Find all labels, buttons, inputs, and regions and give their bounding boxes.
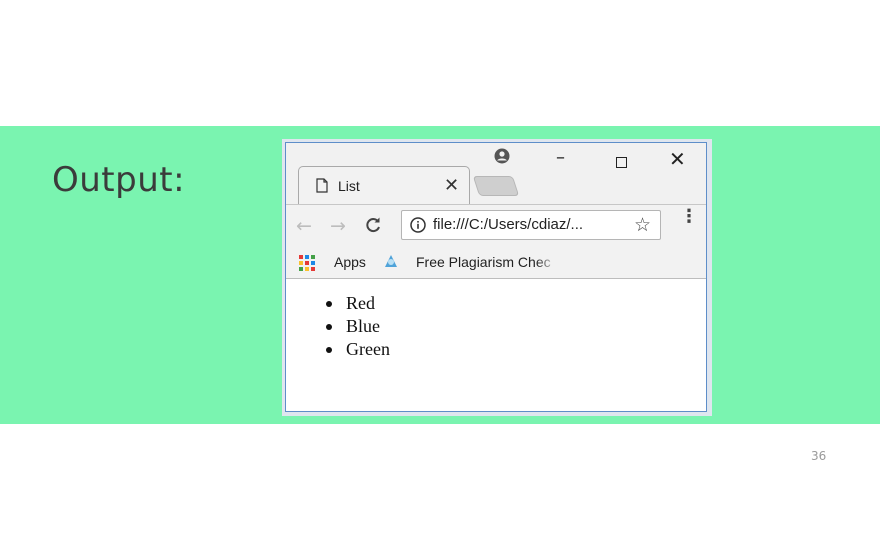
forward-arrow-icon[interactable]: →: [330, 215, 346, 237]
minimize-icon[interactable]: –: [556, 147, 565, 168]
bullet-icon: [326, 301, 332, 307]
list-item-text: Green: [346, 339, 390, 359]
bookmark-favicon: [385, 255, 397, 267]
browser-toolbar: ← → file:///C:/Users/cdiaz/... ☆ ⋮: [286, 204, 706, 246]
color-list: Red Blue Green: [326, 292, 390, 361]
bookmark-apps[interactable]: Apps: [334, 254, 366, 270]
window-close-icon[interactable]: ✕: [669, 147, 686, 171]
address-bar[interactable]: file:///C:/Users/cdiaz/... ☆: [401, 210, 661, 240]
list-item: Green: [326, 338, 390, 361]
menu-dots-icon[interactable]: ⋮: [680, 208, 698, 226]
tab-content: List ✕: [306, 175, 466, 202]
list-item-text: Red: [346, 293, 375, 313]
reload-icon[interactable]: [364, 216, 382, 234]
browser-window: List ✕ – ✕ ← → file:///C:/Users/cdiaz/..…: [285, 142, 707, 412]
title-bar: List ✕ – ✕: [286, 143, 706, 206]
bookmark-plagiarism-checker[interactable]: Free Plagiarism Chec: [416, 254, 556, 270]
bookmarks-bar: Apps Free Plagiarism Chec: [286, 246, 706, 279]
bookmark-star-icon[interactable]: ☆: [634, 214, 651, 236]
info-icon[interactable]: [410, 217, 426, 233]
new-tab-button[interactable]: [472, 176, 520, 196]
output-heading: Output:: [52, 160, 186, 200]
tab-close-icon[interactable]: ✕: [444, 175, 459, 196]
maximize-icon[interactable]: [616, 157, 627, 168]
page-icon: [316, 178, 328, 193]
url-text: file:///C:/Users/cdiaz/...: [433, 216, 584, 233]
back-arrow-icon[interactable]: ←: [296, 215, 312, 237]
list-item: Blue: [326, 315, 390, 338]
bullet-icon: [326, 324, 332, 330]
list-item: Red: [326, 292, 390, 315]
slide-page-number: 36: [811, 449, 827, 463]
apps-grid-icon[interactable]: [299, 255, 315, 271]
bullet-icon: [326, 347, 332, 353]
profile-icon[interactable]: [494, 148, 510, 164]
page-content: Red Blue Green: [286, 279, 706, 411]
tab-title: List: [338, 178, 360, 194]
bookmark-label-fade: [536, 251, 558, 273]
list-item-text: Blue: [346, 316, 380, 336]
